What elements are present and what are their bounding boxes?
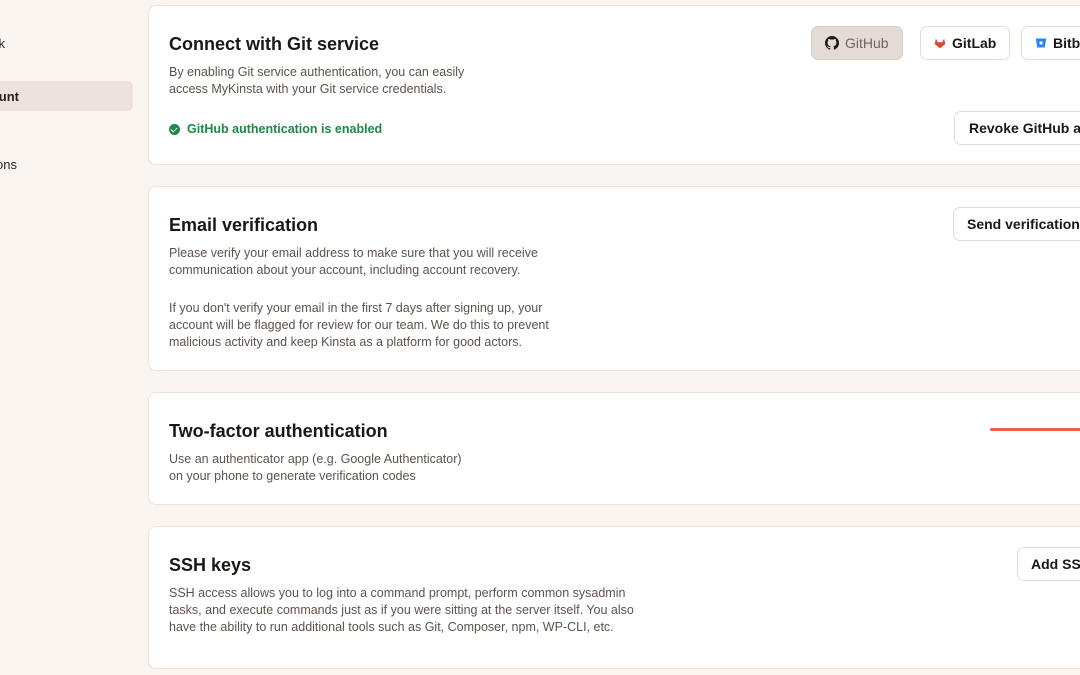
bitbucket-icon bbox=[1035, 38, 1047, 48]
button-label: GitHub bbox=[845, 35, 889, 51]
description-line: on your phone to generate verification c… bbox=[169, 469, 416, 483]
card-description: If you don't verify your email in the fi… bbox=[169, 300, 549, 351]
gitlab-button[interactable]: GitLab bbox=[920, 26, 1011, 60]
description-line: By enabling Git service authentication, … bbox=[169, 65, 465, 79]
email-verification-card: Email verification Please verify your em… bbox=[148, 186, 1080, 371]
check-circle-icon bbox=[169, 123, 180, 135]
description-line: Please verify your email address to make… bbox=[169, 246, 538, 260]
description-line: communication about your account, includ… bbox=[169, 263, 521, 277]
card-description: Use an authenticator app (e.g. Google Au… bbox=[169, 451, 462, 485]
button-label: GitLab bbox=[952, 35, 997, 51]
send-verification-button[interactable]: Send verification bbox=[953, 207, 1080, 241]
description-line: Use an authenticator app (e.g. Google Au… bbox=[169, 452, 462, 466]
github-icon bbox=[825, 36, 839, 50]
card-title: Email verification bbox=[169, 215, 319, 235]
description-line: malicious activity and keep Kinsta as a … bbox=[169, 335, 522, 349]
sidebar-item-account[interactable]: unt bbox=[0, 81, 133, 111]
github-status: GitHub authentication is enabled bbox=[169, 122, 382, 136]
card-description: Please verify your email address to make… bbox=[169, 245, 538, 279]
description-line: SSH access allows you to log into a comm… bbox=[169, 586, 626, 600]
card-title: Two-factor authentication bbox=[169, 421, 388, 441]
card-title: SSH keys bbox=[169, 555, 252, 575]
description-line: If you don't verify your email in the fi… bbox=[169, 301, 543, 315]
two-factor-toggle[interactable] bbox=[990, 428, 1080, 431]
button-label: Revoke GitHub ac bbox=[969, 120, 1080, 136]
button-label: Bitbu bbox=[1053, 35, 1080, 51]
card-description: By enabling Git service authentication, … bbox=[169, 64, 464, 98]
description-line: account will be flagged for review for o… bbox=[169, 318, 549, 332]
add-ssh-key-button[interactable]: Add SSH bbox=[1017, 547, 1080, 581]
description-line: access MyKinsta with your Git service cr… bbox=[169, 82, 447, 96]
card-description: SSH access allows you to log into a comm… bbox=[169, 585, 634, 636]
ssh-keys-card: SSH keys SSH access allows you to log in… bbox=[148, 526, 1080, 669]
status-text: GitHub authentication is enabled bbox=[187, 122, 383, 136]
description-line: have the ability to run additional tools… bbox=[169, 620, 614, 634]
description-line: tasks, and execute commands just as if y… bbox=[169, 603, 634, 617]
revoke-github-button[interactable]: Revoke GitHub ac bbox=[954, 111, 1080, 145]
bitbucket-button[interactable]: Bitbu bbox=[1021, 26, 1080, 60]
sidebar-item-label: unt bbox=[0, 88, 19, 104]
card-title: Connect with Git service bbox=[169, 34, 380, 54]
two-factor-card: Two-factor authentication Use an authent… bbox=[148, 392, 1080, 505]
git-service-card: Connect with Git service By enabling Git… bbox=[148, 5, 1080, 165]
button-label: Add SSH bbox=[1031, 556, 1080, 572]
button-label: Send verification bbox=[967, 216, 1080, 232]
github-button[interactable]: GitHub bbox=[811, 26, 903, 60]
gitlab-icon bbox=[934, 38, 946, 49]
sidebar-item-1[interactable]: k bbox=[0, 28, 133, 58]
sidebar-item-label: ions bbox=[0, 156, 17, 172]
sidebar: k unt ions bbox=[0, 0, 140, 675]
sidebar-item-3[interactable]: ions bbox=[0, 149, 133, 179]
sidebar-item-label: k bbox=[0, 35, 5, 51]
